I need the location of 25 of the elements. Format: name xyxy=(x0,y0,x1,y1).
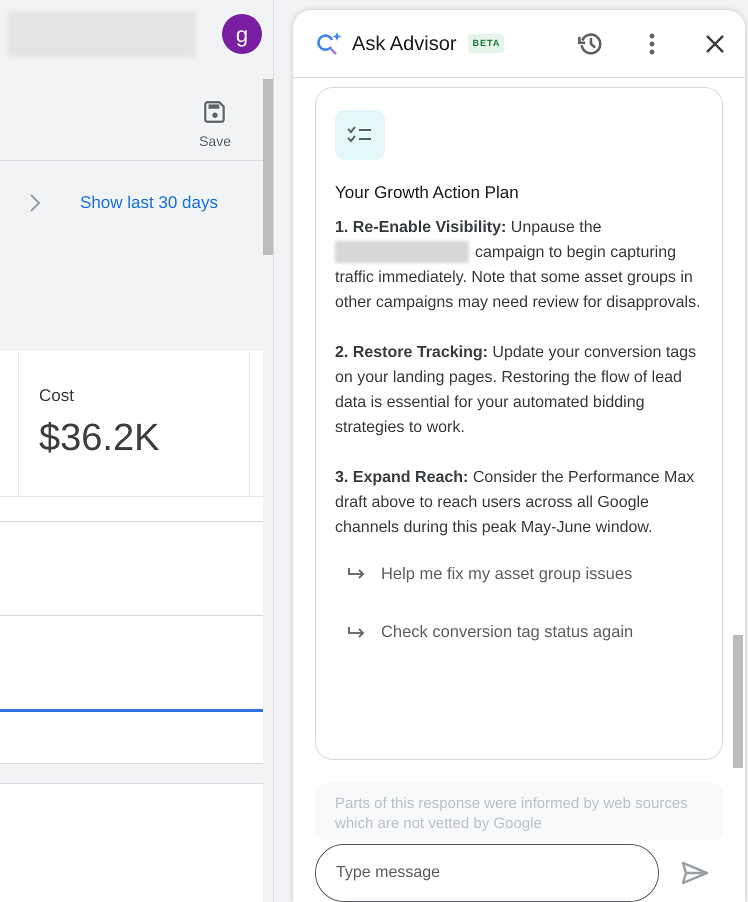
step-text: 1. Re-Enable Visibility: Unpause the xyxy=(335,218,602,238)
panel-title: Ask Advisor xyxy=(352,32,456,56)
beta-badge: BETA xyxy=(468,34,504,54)
disclaimer-text: Parts of this response were informed by web sources which are not vetted by Google xyxy=(335,794,689,834)
step-text: 2. Restore Tracking: Update your conversion tags on your landing pages. Restoring the flow of lead data is essential for your automated bidding strategies to work. xyxy=(335,342,698,438)
save-button[interactable]: Save xyxy=(199,99,231,152)
scrollbar-thumb[interactable] xyxy=(733,635,743,768)
sparkle-search-icon xyxy=(315,30,343,58)
step-text: traffic immediately. Note that some asset groups in other campaigns may need review for disapprovals. xyxy=(335,268,702,312)
step-text: campaign to begin capturing xyxy=(475,242,676,262)
suggestion-chip[interactable]: Help me fix my asset group issues xyxy=(347,562,706,586)
checklist-icon xyxy=(335,110,385,160)
metric-value: $36.2K xyxy=(39,418,160,456)
send-icon[interactable] xyxy=(681,861,709,885)
step-text: 3. Expand Reach: Consider the Performance Max draft above to reach users across all Google channels during this peak May-June window. xyxy=(335,468,696,538)
date-range-link[interactable]: Show last 30 days xyxy=(80,190,218,216)
more-options-icon[interactable] xyxy=(649,32,655,54)
close-icon[interactable] xyxy=(705,34,725,54)
chevron-right-icon[interactable] xyxy=(28,192,42,214)
avatar[interactable]: g xyxy=(222,14,262,54)
metric-label: Cost xyxy=(39,385,75,407)
suggestion-chip[interactable]: Check conversion tag status again xyxy=(347,620,706,645)
plan-title: Your Growth Action Plan xyxy=(335,182,520,204)
scrollbar-thumb[interactable] xyxy=(263,79,273,255)
message-field[interactable]: Type message xyxy=(315,844,659,902)
